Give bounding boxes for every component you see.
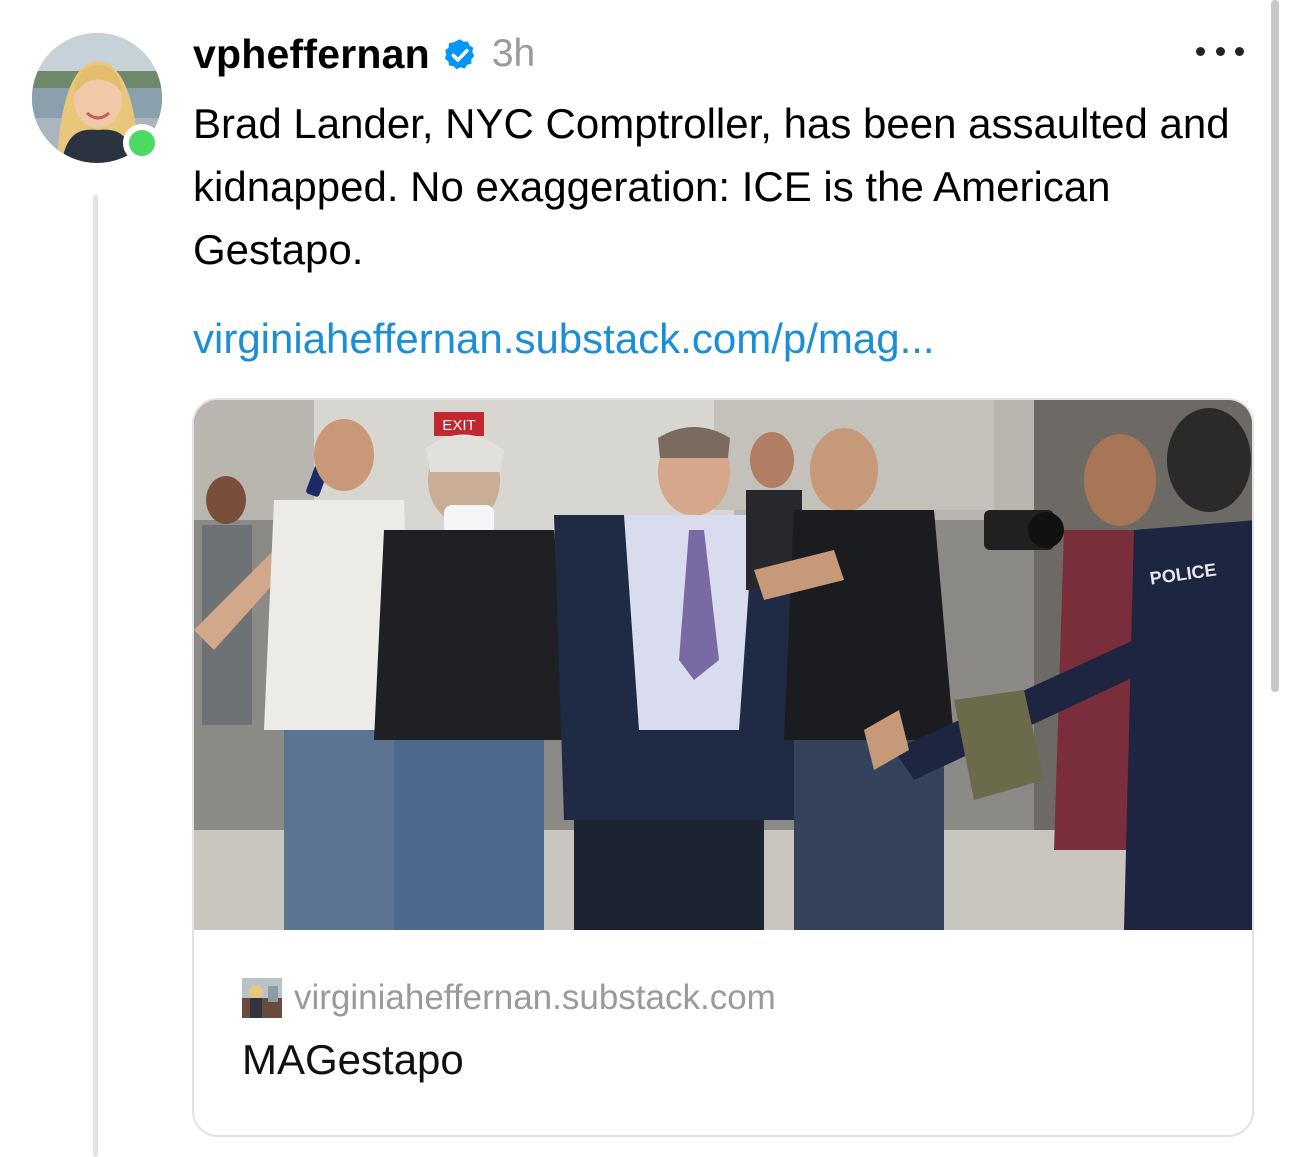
- post-link[interactable]: virginiaheffernan.substack.com/p/mag...: [193, 307, 935, 370]
- post-text: Brad Lander, NYC Comptroller, has been a…: [193, 100, 1230, 273]
- username[interactable]: vpheffernan: [193, 31, 430, 78]
- more-horizontal-icon: [1196, 46, 1205, 56]
- more-options-button[interactable]: [1196, 36, 1244, 66]
- card-title[interactable]: MAGestapo: [242, 1036, 464, 1084]
- exit-sign: EXIT: [442, 417, 475, 434]
- card-image[interactable]: EXIT POLICE: [194, 400, 1252, 930]
- post-time: 3h: [491, 32, 536, 75]
- post-header: vpheffernan 3h: [193, 26, 535, 82]
- link-preview-card[interactable]: EXIT POLICE virginiaheffernan.substack.c…: [192, 398, 1254, 1137]
- substack-favicon-icon: [242, 978, 282, 1018]
- online-status-icon: [123, 124, 161, 162]
- scrollbar[interactable]: [1271, 0, 1279, 692]
- verified-badge-icon: [444, 39, 475, 70]
- thread-line: [93, 195, 98, 1157]
- card-meta: virginiaheffernan.substack.com: [242, 978, 776, 1018]
- card-domain: virginiaheffernan.substack.com: [294, 978, 776, 1017]
